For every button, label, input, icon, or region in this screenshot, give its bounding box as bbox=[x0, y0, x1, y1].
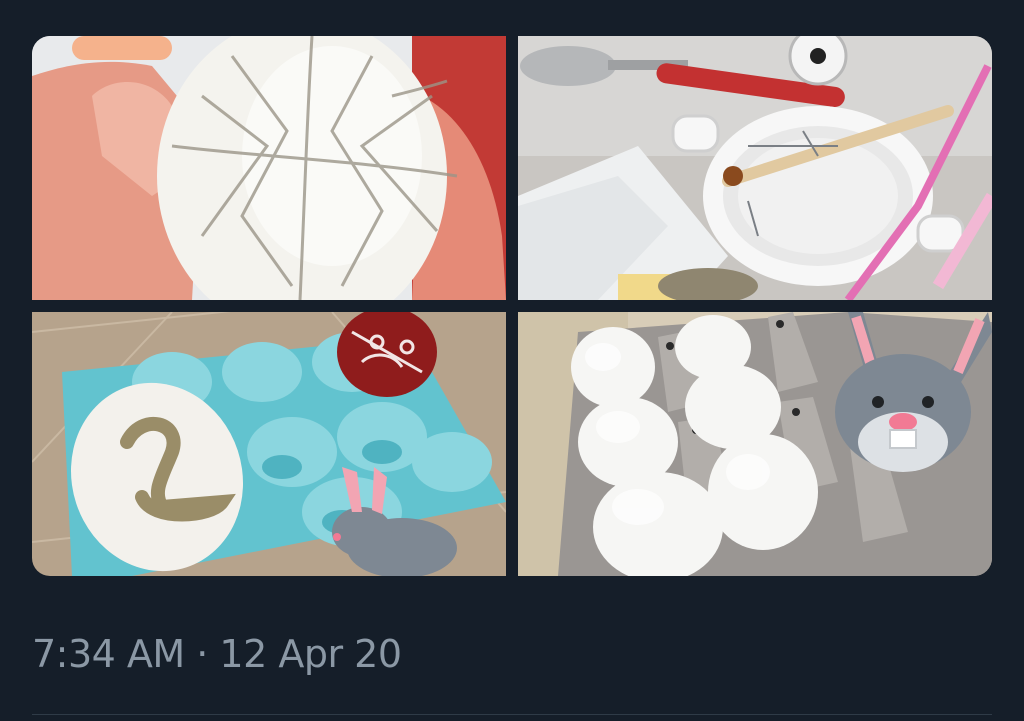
egg-in-hand-image bbox=[32, 36, 506, 300]
photo-4[interactable] bbox=[518, 312, 992, 576]
photo-grid bbox=[32, 36, 992, 576]
photo-2[interactable] bbox=[518, 36, 992, 300]
photo-3[interactable] bbox=[32, 312, 506, 576]
swan-egg-image bbox=[32, 312, 506, 576]
kistka-tools-image bbox=[518, 36, 992, 300]
tweet-timestamp[interactable]: 7:34 AM · 12 Apr 20 bbox=[32, 632, 402, 676]
egg-carton-image bbox=[518, 312, 992, 576]
photo-1[interactable] bbox=[32, 36, 506, 300]
divider bbox=[32, 714, 992, 715]
